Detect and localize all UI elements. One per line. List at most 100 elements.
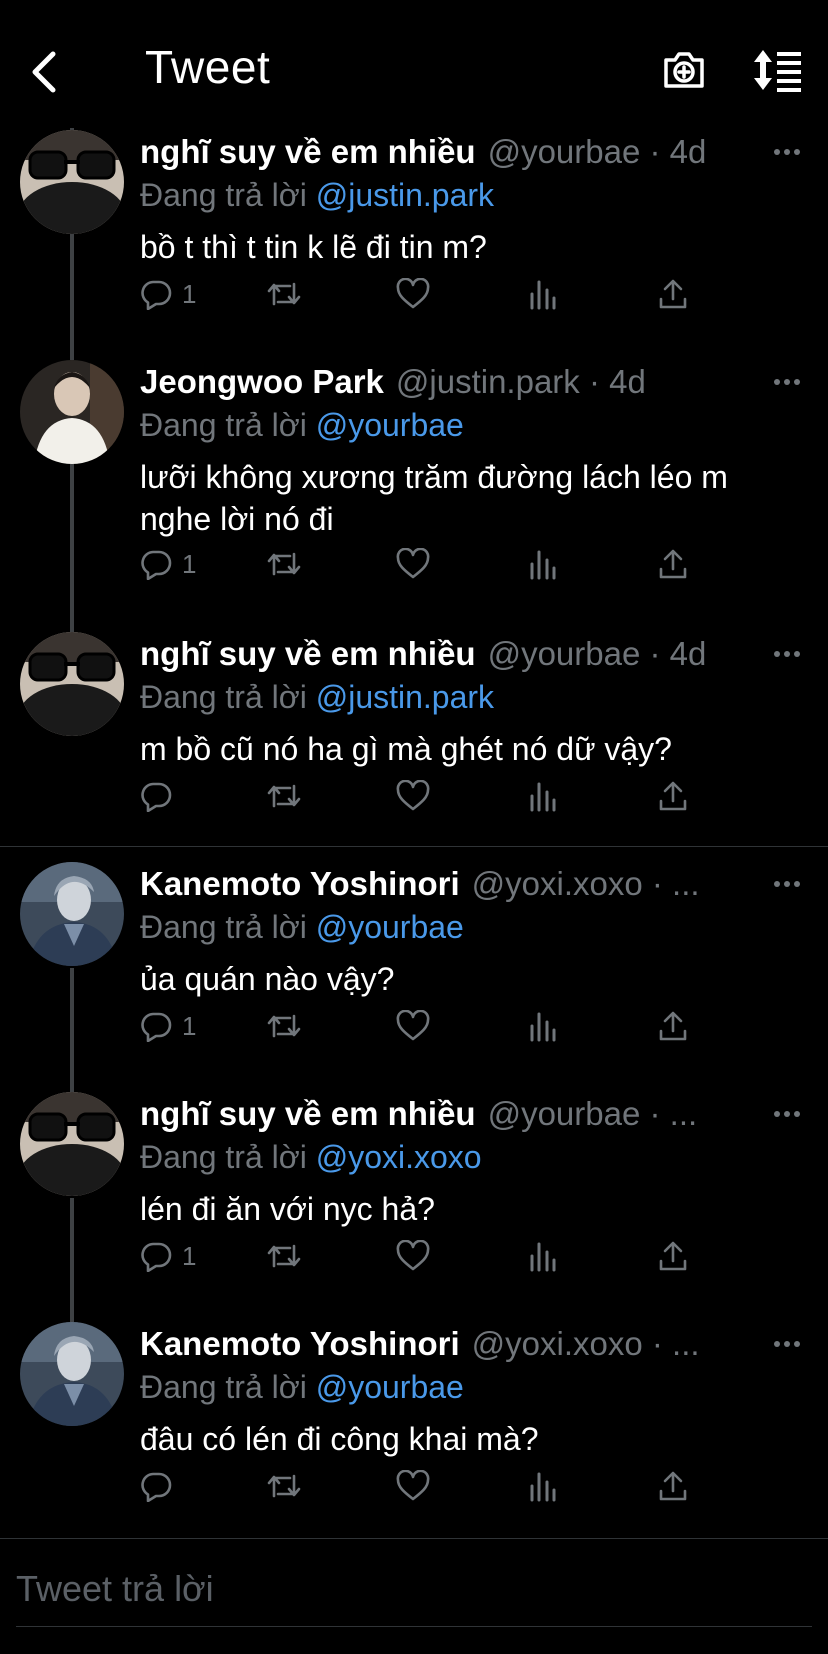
handle-time: @yourbae · ... (487, 1095, 698, 1132)
mention-link[interactable]: @yourbae (316, 909, 464, 945)
sort-list-icon (754, 50, 801, 92)
share-button[interactable] (658, 774, 688, 818)
retweet-button[interactable] (266, 1464, 302, 1508)
retweet-icon (267, 1474, 301, 1498)
tweet-actions (140, 1464, 740, 1508)
like-button[interactable] (396, 272, 430, 316)
tweet[interactable]: nghĩ suy về em nhiều @yourbae · ... Đang… (0, 1092, 828, 1302)
reply-button[interactable]: 1 (140, 272, 196, 316)
tweet[interactable]: Kanemoto Yoshinori @yoxi.xoxo · ... Đang… (0, 862, 828, 1072)
display-name[interactable]: nghĩ suy về em nhiều (140, 1092, 476, 1136)
share-button[interactable] (658, 542, 688, 586)
avatar[interactable] (20, 1322, 124, 1426)
more-button[interactable] (772, 864, 802, 904)
like-button[interactable] (396, 1234, 430, 1278)
analytics-button[interactable] (528, 542, 558, 586)
display-name[interactable]: Kanemoto Yoshinori (140, 1322, 460, 1366)
more-dots-icon (774, 651, 800, 657)
more-button[interactable] (772, 362, 802, 402)
share-button[interactable] (658, 1464, 688, 1508)
analytics-icon (530, 1242, 556, 1272)
reply-button[interactable]: 1 (140, 1004, 196, 1048)
display-name[interactable]: Kanemoto Yoshinori (140, 862, 460, 906)
back-button[interactable] (24, 44, 64, 100)
share-button[interactable] (658, 272, 688, 316)
analytics-button[interactable] (528, 1004, 558, 1048)
mention-link[interactable]: @yourbae (316, 1369, 464, 1405)
reply-button[interactable]: 1 (140, 1234, 196, 1278)
reply-count: 1 (182, 548, 197, 579)
analytics-icon (530, 550, 556, 580)
tweet[interactable]: Jeongwoo Park @justin.park · 4d Đang trả… (0, 360, 828, 610)
retweet-icon (267, 784, 301, 808)
like-button[interactable] (396, 542, 430, 586)
replying-to-label: Đang trả lời (140, 177, 307, 213)
top-bar: Tweet (0, 0, 828, 130)
replying-to: Đang trả lời @yourbae (140, 404, 828, 446)
reply-count: 1 (182, 1010, 197, 1041)
share-icon (659, 549, 687, 579)
more-button[interactable] (772, 634, 802, 674)
analytics-button[interactable] (528, 272, 558, 316)
analytics-button[interactable] (528, 774, 558, 818)
camera-button[interactable] (660, 46, 708, 94)
tweet-text: lén đi ăn với nyc hả? (140, 1191, 435, 1227)
retweet-button[interactable] (266, 272, 302, 316)
tweet[interactable]: Kanemoto Yoshinori @yoxi.xoxo · ... Đang… (0, 1322, 828, 1532)
tweet-actions: 1 (140, 1234, 740, 1278)
retweet-button[interactable] (266, 774, 302, 818)
replying-to: Đang trả lời @justin.park (140, 676, 828, 718)
avatar[interactable] (20, 862, 124, 966)
mention-link[interactable]: @justin.park (316, 177, 494, 213)
reply-icon (141, 280, 172, 310)
like-button[interactable] (396, 1464, 430, 1508)
retweet-button[interactable] (266, 1004, 302, 1048)
display-name[interactable]: nghĩ suy về em nhiều (140, 632, 476, 676)
avatar[interactable] (20, 130, 124, 234)
heart-icon (396, 1240, 430, 1271)
retweet-button[interactable] (266, 542, 302, 586)
heart-icon (396, 548, 430, 579)
reply-icon (141, 782, 172, 812)
replying-to-label: Đang trả lời (140, 909, 307, 945)
like-button[interactable] (396, 774, 430, 818)
tweet-text: bồ t thì t tin k lẽ đi tin m? (140, 229, 487, 265)
display-name[interactable]: nghĩ suy về em nhiều (140, 130, 476, 174)
reply-input[interactable] (16, 1551, 812, 1627)
sort-replies-button[interactable] (752, 46, 806, 94)
share-button[interactable] (658, 1004, 688, 1048)
analytics-button[interactable] (528, 1464, 558, 1508)
retweet-button[interactable] (266, 1234, 302, 1278)
like-button[interactable] (396, 1004, 430, 1048)
more-button[interactable] (772, 1094, 802, 1134)
heart-icon (396, 1470, 430, 1501)
mention-link[interactable]: @justin.park (316, 679, 494, 715)
analytics-button[interactable] (528, 1234, 558, 1278)
mention-link[interactable]: @yourbae (316, 407, 464, 443)
tweet[interactable]: nghĩ suy về em nhiều @yourbae · 4d Đang … (0, 632, 828, 842)
retweet-icon (267, 552, 301, 576)
reply-button[interactable] (140, 1464, 182, 1508)
replying-to-label: Đang trả lời (140, 1369, 307, 1405)
mention-link[interactable]: @yoxi.xoxo (316, 1139, 482, 1175)
reply-button[interactable] (140, 774, 182, 818)
page-title: Tweet (145, 41, 271, 93)
more-button[interactable] (772, 1324, 802, 1364)
handle-time: @yourbae · 4d (487, 133, 707, 170)
share-icon (659, 781, 687, 811)
more-dots-icon (774, 149, 800, 155)
tweet[interactable]: nghĩ suy về em nhiều @yourbae · 4d Đang … (0, 130, 828, 340)
reply-icon (141, 1012, 172, 1042)
replying-to-label: Đang trả lời (140, 407, 307, 443)
avatar[interactable] (20, 632, 124, 736)
share-button[interactable] (658, 1234, 688, 1278)
tweet-actions: 1 (140, 542, 740, 586)
reply-button[interactable]: 1 (140, 542, 196, 586)
avatar[interactable] (20, 1092, 124, 1196)
more-dots-icon (774, 1111, 800, 1117)
replying-to-label: Đang trả lời (140, 1139, 307, 1175)
more-button[interactable] (772, 132, 802, 172)
display-name[interactable]: Jeongwoo Park (140, 360, 384, 404)
reply-composer (0, 1538, 828, 1654)
avatar[interactable] (20, 360, 124, 464)
